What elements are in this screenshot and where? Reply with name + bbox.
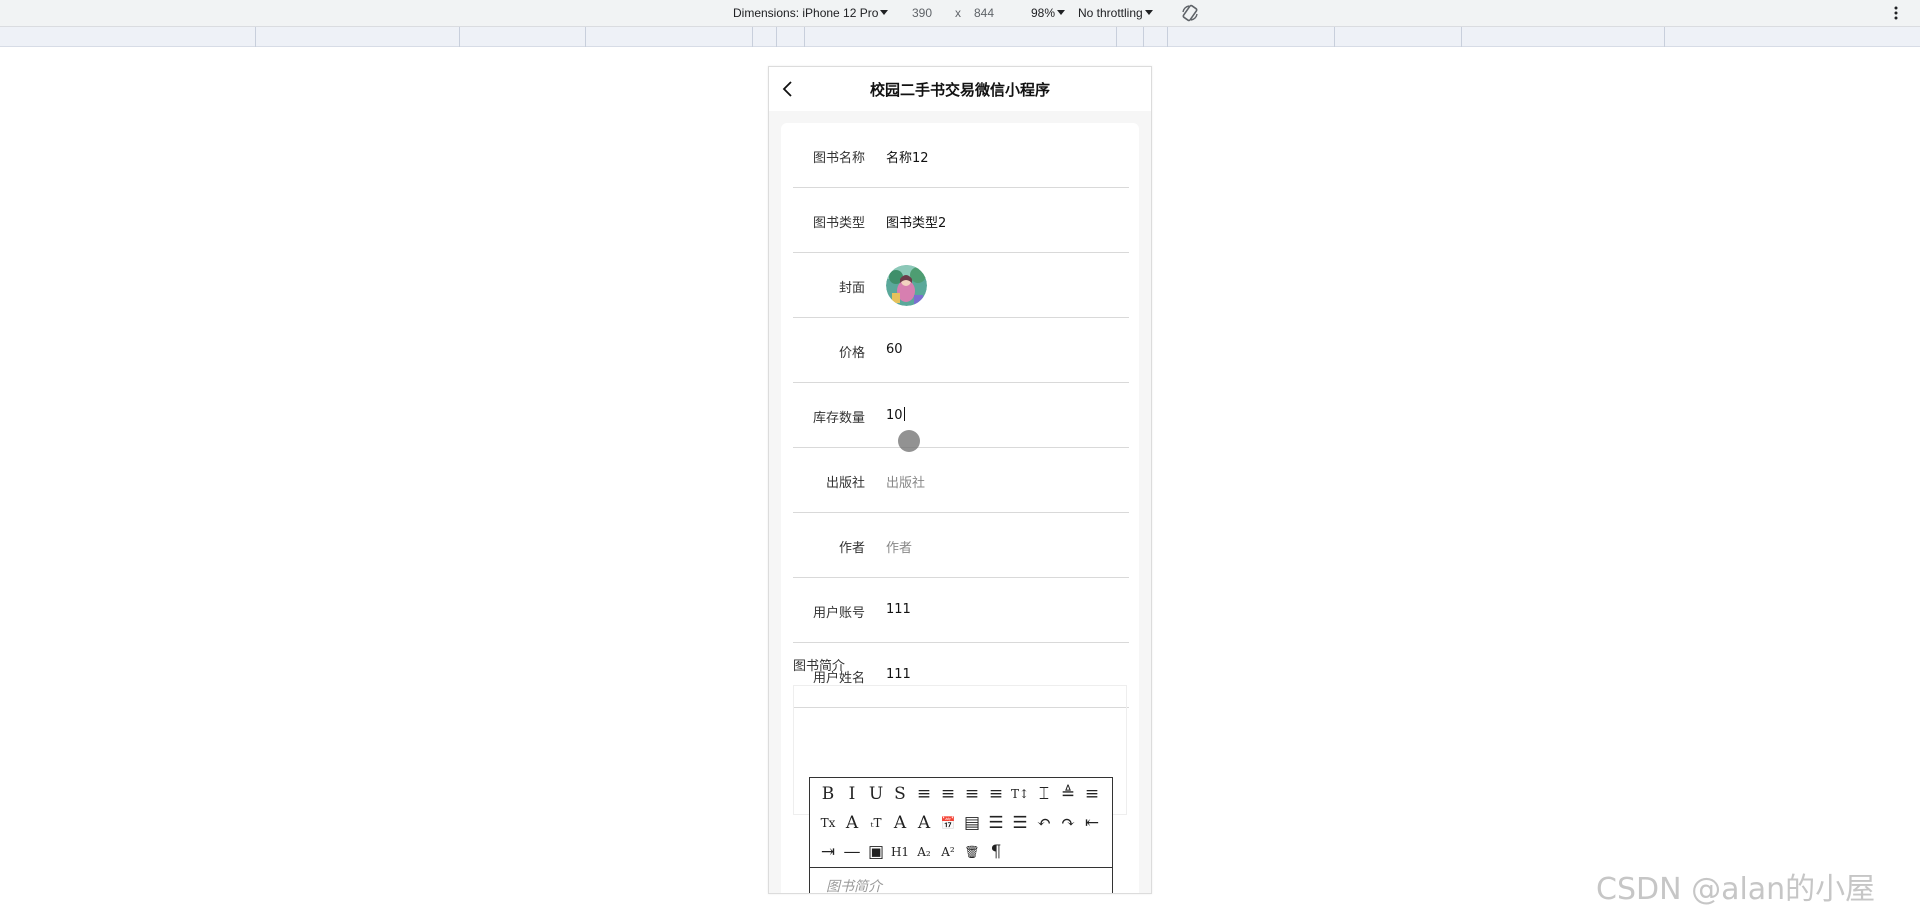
rotate-icon[interactable] <box>1180 3 1200 23</box>
cover-image[interactable] <box>886 265 927 306</box>
form-row-publisher: 出版社 出版社 <box>793 448 1129 513</box>
editor-tool-button[interactable]: T↕ <box>1010 784 1030 804</box>
more-options-icon[interactable] <box>1893 5 1899 21</box>
editor-tool-button[interactable]: A <box>914 813 934 833</box>
editor-tool-button[interactable]: ≡ <box>962 784 982 804</box>
field-label: 价格 <box>838 346 865 361</box>
editor-tool-button[interactable]: Tx <box>818 813 838 833</box>
price-input[interactable]: 60 <box>886 342 903 357</box>
media-query-marker[interactable] <box>776 27 777 47</box>
touch-pointer-indicator <box>898 430 920 452</box>
user-account-input[interactable]: 111 <box>886 602 911 617</box>
editor-tool-button[interactable]: ▣ <box>866 842 886 862</box>
editor-tool-button[interactable]: ☰ <box>986 813 1006 833</box>
book-intro-label: 图书简介 <box>793 659 846 674</box>
user-name-input[interactable]: 111 <box>886 667 911 682</box>
zoom-label: 98% <box>1031 6 1056 20</box>
stock-value: 10 <box>886 408 903 423</box>
form-row-cover: 封面 <box>793 253 1129 318</box>
chevron-down-icon <box>1144 10 1153 15</box>
editor-tool-button[interactable]: ☰ <box>1010 813 1030 833</box>
editor-tool-button[interactable]: U <box>866 784 886 804</box>
field-label: 作者 <box>838 541 865 556</box>
form-row-price: 价格 60 <box>793 318 1129 383</box>
chevron-down-icon <box>1057 10 1066 15</box>
editor-tool-button[interactable]: B <box>818 784 838 804</box>
author-input[interactable]: 作者 <box>886 537 912 556</box>
media-query-marker[interactable] <box>1334 27 1335 47</box>
form-row-stock: 库存数量 10 <box>793 383 1129 448</box>
chevron-down-icon <box>880 10 889 15</box>
throttling-label: No throttling <box>1078 6 1143 20</box>
field-label: 用户账号 <box>812 606 865 621</box>
media-query-marker[interactable] <box>1461 27 1462 47</box>
publisher-input[interactable]: 出版社 <box>886 472 925 491</box>
page-title: 校园二手书交易微信小程序 <box>869 81 1050 99</box>
navigation-bar: 校园二手书交易微信小程序 <box>769 67 1151 111</box>
media-query-marker[interactable] <box>1167 27 1168 47</box>
device-selector[interactable]: Dimensions: iPhone 12 Pro <box>733 6 889 20</box>
editor-tool-button[interactable]: A² <box>938 842 958 862</box>
field-label: 图书名称 <box>812 151 865 166</box>
device-selector-label: Dimensions: iPhone 12 Pro <box>733 6 879 20</box>
field-label: 封面 <box>838 281 865 296</box>
media-query-marker[interactable] <box>1143 27 1144 47</box>
editor-tool-button[interactable]: ▤ <box>962 813 982 833</box>
zoom-selector[interactable]: 98% <box>1031 6 1066 20</box>
book-type-select[interactable]: 图书类型2 <box>886 212 946 231</box>
editor-tool-button[interactable]: S <box>890 784 910 804</box>
editor-tool-button[interactable]: A <box>890 813 910 833</box>
editor-tool-button[interactable]: ↶ <box>1034 813 1054 833</box>
form-row-book-type: 图书类型 图书类型2 <box>793 188 1129 253</box>
device-viewport: 校园二手书交易微信小程序 图书名称 名称12 图书类型 图书类型2 封面 价格 … <box>768 66 1152 894</box>
editor-tool-button[interactable]: A <box>842 813 862 833</box>
editor-tool-button[interactable]: ≡ <box>1082 784 1102 804</box>
media-query-marker[interactable] <box>804 27 805 47</box>
editor-tool-button[interactable]: ≡ <box>986 784 1006 804</box>
form-row-user-account: 用户账号 111 <box>793 578 1129 643</box>
editor-toolbar: B I U S ≡ ≡ ≡ ≡ T↕ ⌶ ≜ ≡ Tx AₜT A A 📅 ▤ ☰ ☰ ↶ ↷ ⇤ ⇥ — ▣ H1 A₂ A² 🗑 ¶ <box>810 778 1112 868</box>
field-label: 库存数量 <box>812 411 865 426</box>
watermark: CSDN @alan的小屋 <box>1596 872 1876 907</box>
media-query-marker[interactable] <box>585 27 586 47</box>
editor-tool-button[interactable]: A₂ <box>914 842 934 862</box>
media-query-marker[interactable] <box>459 27 460 47</box>
editor-tool-button[interactable]: 🗑 <box>962 842 982 862</box>
editor-tool-button[interactable]: — <box>842 842 862 862</box>
editor-tool-button[interactable]: I <box>842 784 862 804</box>
form-row-author: 作者 作者 <box>793 513 1129 578</box>
media-query-marker[interactable] <box>1116 27 1117 47</box>
width-input[interactable]: 390 <box>912 6 932 20</box>
height-input[interactable]: 844 <box>974 6 994 20</box>
devtools-device-toolbar: Dimensions: iPhone 12 Pro 390 x 844 98% … <box>0 0 1920 27</box>
times-label: x <box>955 6 961 20</box>
field-label: 出版社 <box>825 476 865 491</box>
editor-tool-button[interactable]: ↷ <box>1058 813 1078 833</box>
book-name-input[interactable]: 名称12 <box>886 147 929 166</box>
editor-tool-button[interactable]: H1 <box>890 842 910 862</box>
editor-placeholder[interactable]: 图书简介 <box>826 876 882 893</box>
media-query-bar <box>0 27 1920 47</box>
editor-tool-button[interactable]: ≡ <box>938 784 958 804</box>
stock-input[interactable]: 10 <box>886 407 905 423</box>
editor-tool-button[interactable]: ≡ <box>914 784 934 804</box>
editor-tool-button[interactable]: 📅 <box>938 813 958 833</box>
editor-tool-button[interactable]: ¶ <box>986 842 1006 862</box>
editor-tool-button[interactable]: ⇤ <box>1082 813 1102 833</box>
media-query-marker[interactable] <box>255 27 256 47</box>
editor-tool-button[interactable]: ₜT <box>866 813 886 833</box>
media-query-marker[interactable] <box>1664 27 1665 47</box>
editor-tool-button[interactable]: ≜ <box>1058 784 1078 804</box>
rich-text-editor: B I U S ≡ ≡ ≡ ≡ T↕ ⌶ ≜ ≡ Tx AₜT A A 📅 ▤ ☰ ☰ ↶ ↷ ⇤ ⇥ — ▣ H1 A₂ A² 🗑 ¶ 图… <box>809 777 1113 893</box>
throttling-selector[interactable]: No throttling <box>1078 6 1153 20</box>
editor-tool-button[interactable]: ⇥ <box>818 842 838 862</box>
text-cursor <box>903 407 905 421</box>
editor-tool-button[interactable]: ⌶ <box>1034 784 1054 804</box>
form-row-book-name: 图书名称 名称12 <box>793 123 1129 188</box>
field-label: 图书类型 <box>812 216 865 231</box>
media-query-marker[interactable] <box>752 27 753 47</box>
